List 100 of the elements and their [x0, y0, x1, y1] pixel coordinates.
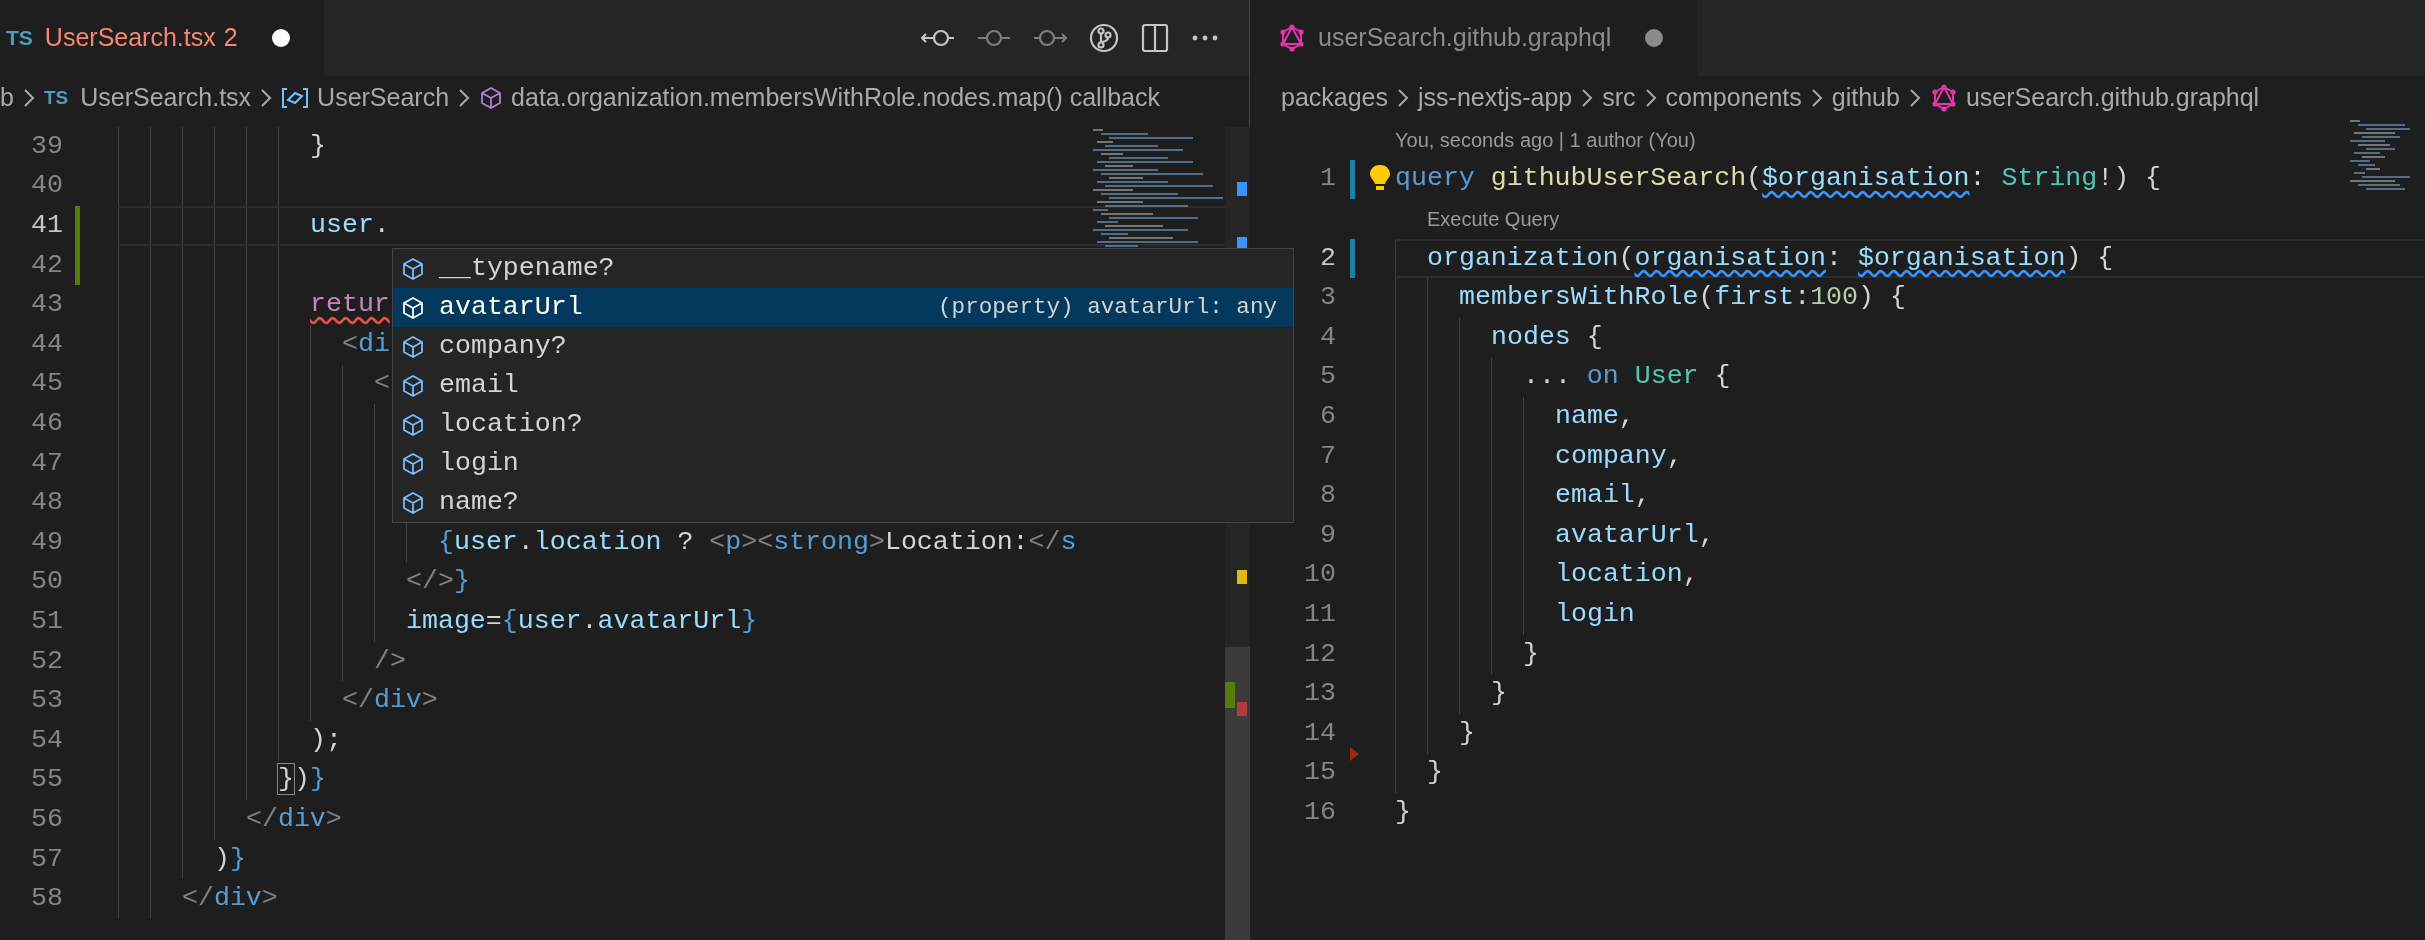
- code-line: ... on User {: [1523, 361, 1731, 394]
- code-line: }: [1427, 757, 1443, 790]
- line-number: 3: [1320, 282, 1336, 313]
- line-number: 49: [31, 526, 63, 557]
- code-line: </div>: [246, 803, 342, 836]
- chevron-icon: [21, 87, 36, 109]
- suggestion-item[interactable]: avatarUrl (property) avatarUrl: any: [393, 288, 1293, 327]
- code-line: login: [1555, 598, 1635, 631]
- code-line: company,: [1555, 440, 1683, 473]
- breadcrumb-item[interactable]: packages: [1281, 79, 1389, 117]
- chevron-icon: [1643, 87, 1658, 109]
- lightbulb-icon[interactable]: [1369, 163, 1391, 191]
- suggestion-item[interactable]: login: [393, 444, 1293, 483]
- line-number: 11: [1304, 599, 1336, 629]
- branch-icon[interactable]: [1089, 23, 1119, 53]
- line-number: 14: [1304, 717, 1336, 748]
- unsaved-dot-icon[interactable]: [1645, 29, 1664, 47]
- cube-icon: [401, 451, 425, 476]
- deleted-line-marker[interactable]: [1350, 746, 1359, 761]
- breadcrumb-item[interactable]: github: [1831, 79, 1900, 117]
- line-number: 55: [31, 764, 63, 795]
- editor-tab[interactable]: TS UserSearch.tsx 2: [0, 0, 324, 76]
- suggestion-item[interactable]: location?: [393, 405, 1293, 444]
- suggestion-item[interactable]: email: [393, 366, 1293, 405]
- line-number: 4: [1320, 321, 1336, 352]
- code-line: <: [374, 368, 390, 401]
- code-line: }: [310, 130, 326, 163]
- line-number: 13: [1304, 678, 1336, 709]
- line-number: 9: [1320, 519, 1336, 550]
- code-line: <di: [342, 328, 390, 361]
- unsaved-dot-icon[interactable]: [271, 29, 290, 47]
- line-number: 47: [31, 447, 63, 478]
- breadcrumb-item[interactable]: UserSearch: [281, 79, 450, 117]
- line-number: 5: [1320, 361, 1336, 392]
- line-number: 46: [31, 408, 63, 438]
- cube-icon: [479, 86, 504, 110]
- chevron-icon: [457, 87, 472, 109]
- code-line: }: [1491, 678, 1507, 711]
- code-line: }: [1395, 796, 1411, 829]
- ruler-mark: [1237, 182, 1247, 196]
- code-line: location,: [1555, 559, 1699, 592]
- code-line: nodes {: [1491, 321, 1603, 354]
- cube-icon: [401, 334, 425, 359]
- line-number: 6: [1320, 401, 1336, 431]
- cube-icon: [401, 490, 425, 515]
- code-line: );: [310, 724, 342, 757]
- chevron-icon: [1809, 87, 1824, 109]
- code-line: }: [1459, 717, 1475, 750]
- breadcrumb-item[interactable]: TS UserSearch.tsx: [43, 79, 252, 117]
- suggestion-item[interactable]: company?: [393, 327, 1293, 366]
- chevron-icon: [1396, 87, 1411, 109]
- line-number: 10: [1304, 559, 1336, 590]
- breadcrumb-item[interactable]: components: [1665, 79, 1802, 117]
- line-number: 50: [31, 566, 63, 597]
- chevron-icon: [1580, 87, 1595, 109]
- line-number: 16: [1304, 796, 1336, 827]
- code-line: name,: [1555, 401, 1635, 433]
- code-line: user.: [310, 210, 390, 242]
- line-number: 58: [31, 883, 63, 914]
- editor-tab[interactable]: userSearch.github.graphql: [1250, 0, 1698, 76]
- cube-icon: [401, 373, 425, 398]
- breadcrumb-item[interactable]: jss-nextjs-app: [1418, 79, 1573, 117]
- breadcrumb-item[interactable]: b: [0, 79, 14, 117]
- line-number: 8: [1320, 480, 1336, 511]
- code-line: email,: [1555, 480, 1651, 513]
- code-line: organization(organisation: $organisation) {: [1427, 242, 2114, 275]
- line-number: 54: [31, 724, 63, 755]
- line-number: 41: [31, 210, 63, 241]
- ruler-mark: [1237, 570, 1247, 584]
- line-number: 53: [31, 685, 63, 716]
- line-number: 1: [1320, 163, 1336, 194]
- code-lens[interactable]: Execute Query: [1427, 204, 1560, 234]
- suggestion-item[interactable]: __typename?: [393, 249, 1293, 288]
- code-line: avatarUrl,: [1555, 519, 1715, 552]
- graphql-icon: [1929, 84, 1958, 112]
- line-number: 51: [31, 606, 63, 636]
- code-lens[interactable]: You, seconds ago | 1 author (You): [1395, 124, 1696, 155]
- line-number: 57: [31, 843, 63, 874]
- code-line: )}: [214, 843, 246, 876]
- cube-icon: [401, 412, 425, 437]
- split-editor-icon[interactable]: [1141, 23, 1169, 53]
- breadcrumb-item[interactable]: userSearch.github.graphql: [1929, 79, 2260, 117]
- cube-icon: [401, 256, 425, 281]
- suggestion-item[interactable]: name?: [393, 483, 1293, 522]
- ruler-mark: [1237, 702, 1247, 716]
- code-line: membersWithRole(first:100) {: [1459, 282, 1906, 315]
- variable-icon: [281, 86, 310, 110]
- code-line: image={user.avatarUrl}: [406, 605, 758, 638]
- code-line: })}: [278, 764, 326, 797]
- breadcrumb-item[interactable]: data.organization.membersWithRole.nodes.map() callback: [479, 79, 1160, 117]
- code-line: {user.location ? <p><strong>Location:</s: [438, 526, 1077, 559]
- line-number: 15: [1304, 757, 1336, 788]
- line-number: 39: [31, 130, 63, 161]
- code-line: />: [374, 645, 406, 678]
- graphql-icon: [1278, 24, 1306, 52]
- line-number: 40: [31, 170, 63, 201]
- breadcrumb-item[interactable]: src: [1602, 79, 1636, 117]
- line-number: 56: [31, 803, 63, 834]
- code-line: }: [1523, 638, 1539, 671]
- line-number: 7: [1320, 440, 1336, 471]
